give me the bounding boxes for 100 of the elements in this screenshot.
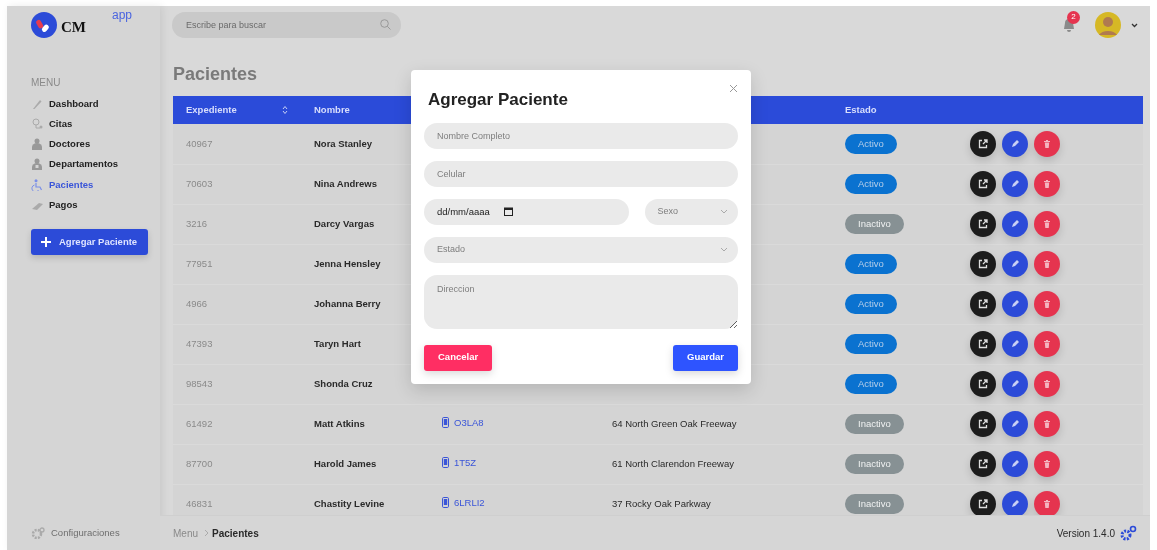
table-cell: 77951 — [186, 257, 213, 269]
external-link-icon — [978, 259, 988, 269]
external-link-icon — [978, 138, 988, 149]
sidebar-item[interactable]: Dashboard — [31, 93, 160, 114]
status-badge: Activo — [845, 333, 897, 355]
table-cell: 47393 — [186, 337, 213, 349]
gears-icon[interactable] — [1119, 525, 1137, 541]
status-badge: Inactivo — [845, 213, 904, 235]
select-field[interactable]: Estado — [424, 236, 738, 263]
external-link-icon — [978, 339, 988, 349]
cancel-button[interactable]: Cancelar — [424, 344, 493, 371]
open-button[interactable] — [970, 411, 996, 437]
date-field[interactable]: dd/mm/aaaa — [424, 198, 629, 225]
trash-icon — [1042, 138, 1052, 149]
sort-icon[interactable] — [282, 105, 288, 115]
external-link-icon — [978, 499, 988, 509]
trash-icon — [1042, 339, 1052, 349]
edit-button[interactable] — [1002, 251, 1028, 277]
edit-button[interactable] — [1002, 411, 1028, 437]
status-badge: Inactivo — [845, 413, 904, 435]
edit-button[interactable] — [1002, 211, 1028, 237]
open-button[interactable] — [970, 211, 996, 237]
input-field[interactable]: Celular — [424, 160, 738, 187]
sidebar-item[interactable]: Pacientes — [31, 174, 160, 195]
open-button[interactable] — [970, 491, 996, 515]
page-title: Pacientes — [173, 63, 259, 86]
table-cell: Darcy Vargas — [314, 217, 375, 229]
phone-link[interactable]: 1T5Z — [454, 455, 477, 470]
notification-count: 2 — [1067, 10, 1080, 24]
version-label: Version 1.4.0 — [1056, 526, 1115, 541]
delete-button[interactable] — [1034, 451, 1060, 477]
delete-button[interactable] — [1034, 211, 1060, 237]
app-label: app — [112, 7, 133, 24]
open-button[interactable] — [970, 291, 996, 317]
table-cell: Johanna Berry — [314, 297, 381, 309]
chevron-down-icon[interactable] — [1131, 22, 1138, 28]
trash-icon — [1042, 179, 1052, 189]
edit-button[interactable] — [1002, 130, 1028, 157]
mobile-phone-icon — [442, 497, 449, 509]
phone-link[interactable]: O3LA8 — [454, 415, 484, 430]
external-link-icon — [978, 379, 988, 389]
open-button[interactable] — [970, 371, 996, 397]
trash-icon — [1042, 379, 1052, 389]
add-patient-button[interactable]: Agregar Paciente — [31, 229, 148, 256]
edit-button[interactable] — [1002, 291, 1028, 317]
modal-title: Agregar Paciente — [428, 89, 568, 111]
trash-icon — [1042, 219, 1052, 229]
select-field[interactable]: Sexo — [644, 198, 738, 225]
delete-button[interactable] — [1034, 171, 1060, 197]
calendar-icon[interactable] — [504, 206, 513, 216]
pencil-icon — [1010, 419, 1020, 429]
status-badge: Activo — [845, 133, 897, 154]
sidebar-item[interactable]: Doctores — [31, 134, 160, 155]
open-button[interactable] — [970, 171, 996, 197]
address-field[interactable]: Direccion — [424, 274, 738, 329]
logo-icon — [31, 12, 57, 38]
trash-icon — [1042, 259, 1052, 269]
open-button[interactable] — [970, 130, 996, 157]
phone-link[interactable]: 6LRLI2 — [454, 495, 485, 510]
sidebar-item[interactable]: Departamentos — [31, 154, 160, 175]
edit-button[interactable] — [1002, 171, 1028, 197]
edit-button[interactable] — [1002, 331, 1028, 357]
delete-button[interactable] — [1034, 291, 1060, 317]
edit-button[interactable] — [1002, 451, 1028, 477]
column-header[interactable]: Nombre — [314, 103, 350, 115]
open-button[interactable] — [970, 251, 996, 277]
person-icon — [31, 138, 43, 151]
pencil-icon — [1010, 138, 1020, 149]
input-field[interactable]: Nombre Completo — [424, 122, 738, 149]
open-button[interactable] — [970, 451, 996, 477]
status-badge: Activo — [845, 253, 897, 275]
search-field[interactable]: Escribe para buscar — [172, 12, 401, 38]
delete-button[interactable] — [1034, 411, 1060, 437]
settings-link[interactable]: Configuraciones — [51, 525, 120, 540]
table-cell: 61 North Clarendon Freeway — [612, 457, 734, 469]
avatar[interactable] — [1095, 12, 1121, 38]
delete-button[interactable] — [1034, 251, 1060, 277]
delete-button[interactable] — [1034, 331, 1060, 357]
sidebar-item[interactable]: Citas — [31, 113, 160, 134]
edit-button[interactable] — [1002, 371, 1028, 397]
save-button[interactable]: Guardar — [673, 344, 738, 371]
trash-icon — [1042, 499, 1052, 509]
status-badge: Inactivo — [845, 493, 904, 515]
table-cell: Chastity Levine — [314, 497, 385, 509]
delete-button[interactable] — [1034, 491, 1060, 515]
table-cell: Jenna Hensley — [314, 257, 381, 269]
close-icon[interactable] — [729, 84, 738, 93]
open-button[interactable] — [970, 331, 996, 357]
column-header[interactable]: Estado — [845, 103, 877, 115]
pencil-icon — [1010, 299, 1020, 309]
sidebar-item[interactable]: Pagos — [31, 194, 160, 215]
table-cell: 64 North Green Oak Freeway — [612, 417, 737, 429]
delete-button[interactable] — [1034, 130, 1060, 157]
external-link-icon — [978, 419, 988, 429]
logo-text: CM — [61, 18, 86, 37]
pencil-icon — [1010, 459, 1020, 469]
delete-button[interactable] — [1034, 371, 1060, 397]
table-cell: 70603 — [186, 177, 213, 189]
table-cell: 46831 — [186, 497, 213, 509]
edit-button[interactable] — [1002, 491, 1028, 515]
